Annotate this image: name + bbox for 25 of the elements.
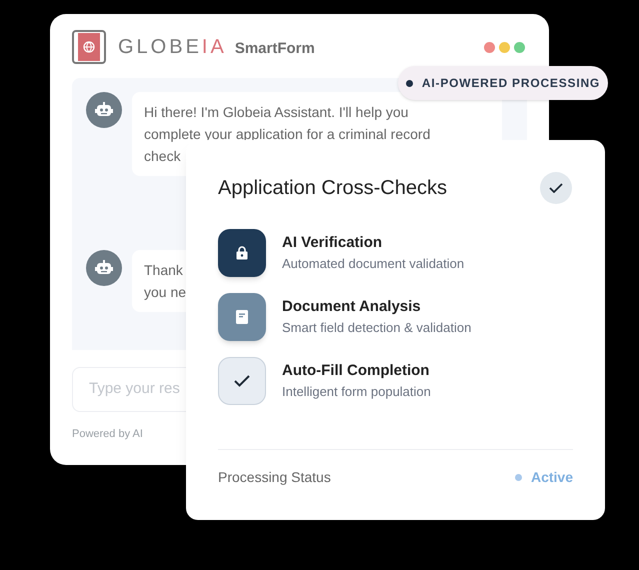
status-label: Processing Status [218, 468, 331, 487]
step-subtitle: Smart field detection & validation [282, 319, 472, 337]
step-subtitle: Intelligent form population [282, 383, 431, 401]
check-icon [234, 375, 250, 387]
powered-by-text: Powered by AI [72, 427, 144, 442]
message-line: Thank [144, 261, 183, 280]
brand-accent: IA [202, 35, 227, 60]
ai-badge: AI-POWERED PROCESSING [398, 66, 608, 100]
step-subtitle: Automated document validation [282, 255, 464, 273]
robot-icon [95, 102, 113, 118]
status-value: Active [530, 468, 573, 487]
card-title: Application Cross-Checks [218, 176, 447, 201]
step-title: Auto-Fill Completion [282, 361, 430, 381]
message-line: check [144, 147, 181, 166]
step-title: AI Verification [282, 233, 384, 253]
message-line: Hi there! I'm Globeia Assistant. I'll help you [144, 103, 408, 122]
brand-name: GLOBE [118, 35, 202, 60]
message-line: complete your application for a criminal record [144, 125, 430, 144]
globe-logo-icon [72, 30, 106, 64]
message-line: you ne [144, 283, 186, 302]
product-name: SmartForm [234, 39, 315, 59]
lock-icon [236, 246, 248, 260]
document-icon [236, 310, 248, 324]
step-title: Document Analysis [282, 297, 422, 317]
robot-icon [95, 260, 113, 276]
